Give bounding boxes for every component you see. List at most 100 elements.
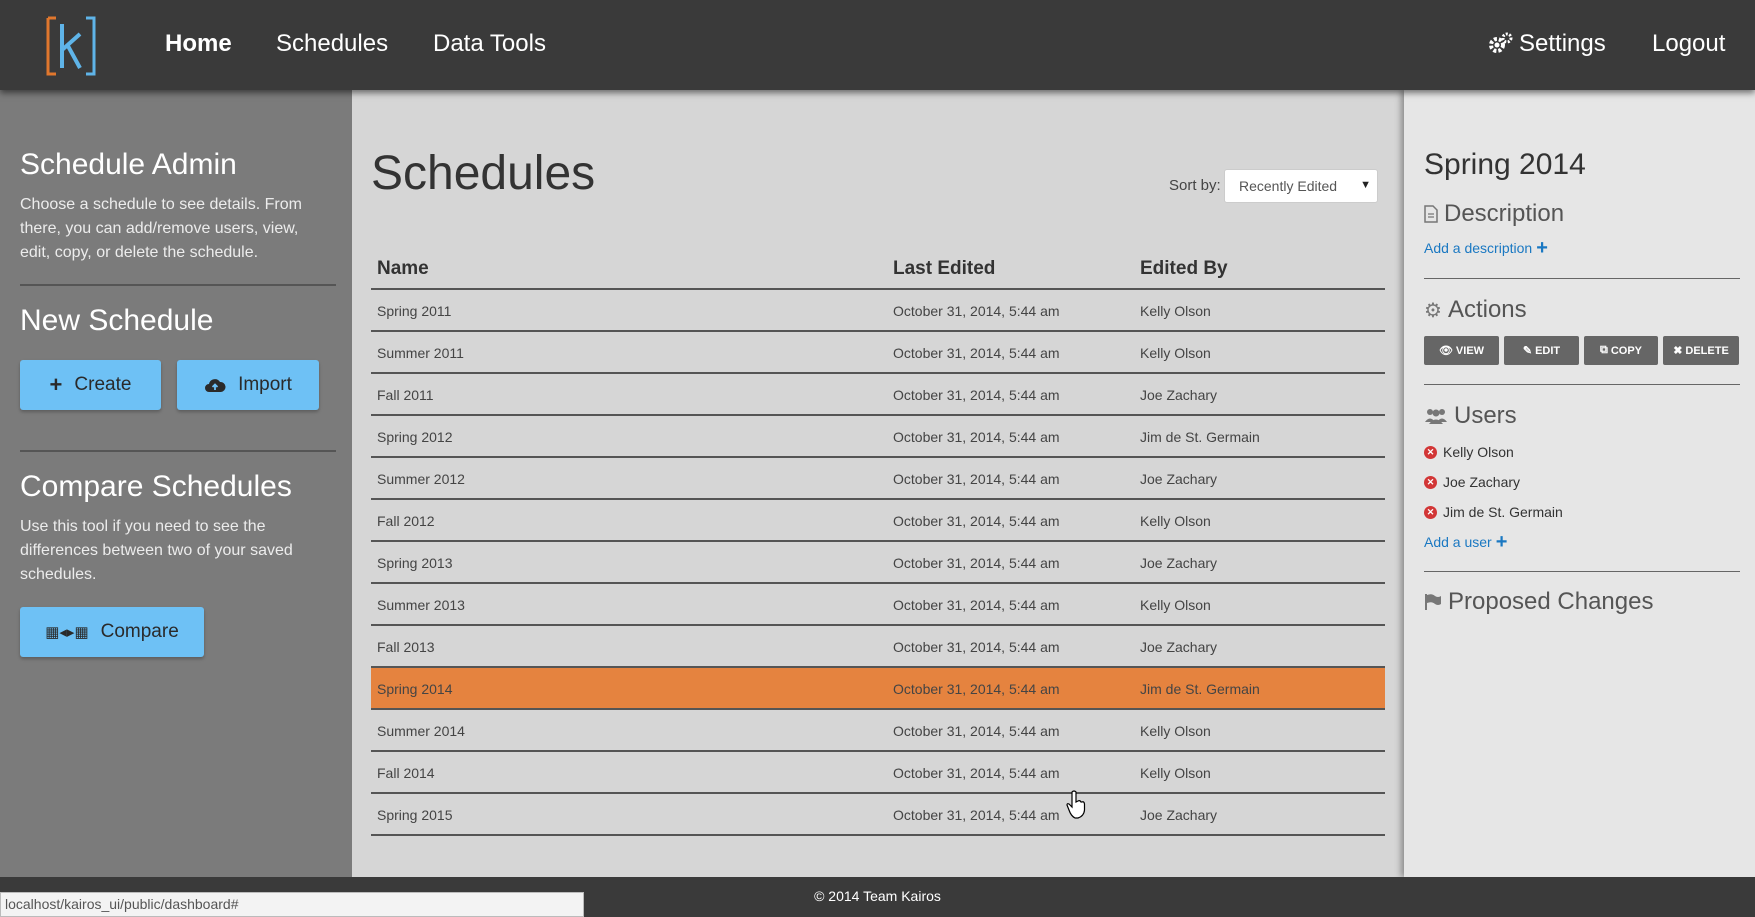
proposed-changes-label: Proposed Changes bbox=[1448, 588, 1654, 615]
divider bbox=[20, 450, 336, 452]
new-schedule-heading: New Schedule bbox=[20, 304, 214, 337]
cell-edited-by: Kelly Olson bbox=[1140, 723, 1211, 739]
divider bbox=[1424, 384, 1740, 385]
table-row[interactable]: Fall 2013 October 31, 2014, 5:44 am Joe Za… bbox=[371, 626, 1385, 668]
column-header-name[interactable]: Name bbox=[377, 258, 429, 280]
column-header-last-edited[interactable]: Last Edited bbox=[893, 258, 995, 280]
user-name: Kelly Olson bbox=[1443, 444, 1514, 460]
nav-logout[interactable]: Logout bbox=[1652, 30, 1725, 58]
cell-last-edited: October 31, 2014, 5:44 am bbox=[893, 303, 1060, 319]
table-row[interactable]: Summer 2011 October 31, 2014, 5:44 am Kell… bbox=[371, 332, 1385, 374]
cell-name: Spring 2015 bbox=[377, 807, 453, 823]
cell-edited-by: Kelly Olson bbox=[1140, 303, 1211, 319]
cell-last-edited: October 31, 2014, 5:44 am bbox=[893, 765, 1060, 781]
sort-select[interactable]: Recently Edited ▼ bbox=[1224, 169, 1378, 203]
cell-last-edited: October 31, 2014, 5:44 am bbox=[893, 387, 1060, 403]
nav-schedules[interactable]: Schedules bbox=[276, 30, 388, 58]
copy-button[interactable]: ⧉ COPY bbox=[1584, 336, 1658, 365]
plus-icon: + bbox=[49, 372, 63, 397]
cell-edited-by: Joe Zachary bbox=[1140, 555, 1218, 571]
table-header: Name Last Edited Edited By bbox=[371, 248, 1385, 290]
cell-last-edited: October 31, 2014, 5:44 am bbox=[893, 807, 1060, 823]
table-row[interactable]: Spring 2014 October 31, 2014, 5:44 am Jim … bbox=[371, 668, 1385, 710]
cell-name: Fall 2014 bbox=[377, 765, 435, 781]
cell-edited-by: Kelly Olson bbox=[1140, 345, 1211, 361]
add-description-link[interactable]: Add a description + bbox=[1424, 237, 1548, 259]
kairos-logo[interactable] bbox=[46, 14, 96, 78]
cell-name: Summer 2012 bbox=[377, 471, 465, 487]
user-item: ✕ Jim de St. Germain bbox=[1424, 504, 1563, 520]
remove-user-icon[interactable]: ✕ bbox=[1424, 475, 1437, 489]
cell-edited-by: Jim de St. Germain bbox=[1140, 681, 1260, 697]
table-row[interactable]: Spring 2011 October 31, 2014, 5:44 am Kell… bbox=[371, 290, 1385, 332]
schedule-admin-text: Choose a schedule to see details. From t… bbox=[20, 196, 302, 261]
nav-home[interactable]: Home bbox=[165, 30, 232, 58]
cell-name: Summer 2013 bbox=[377, 597, 465, 613]
compare-label: Compare bbox=[100, 621, 179, 642]
view-button[interactable]: 👁 VIEW bbox=[1424, 336, 1499, 365]
delete-label: DELETE bbox=[1685, 344, 1729, 357]
cell-last-edited: October 31, 2014, 5:44 am bbox=[893, 597, 1060, 613]
copy-label: COPY bbox=[1610, 344, 1643, 357]
create-label: Create bbox=[74, 374, 132, 395]
remove-user-icon[interactable]: ✕ bbox=[1424, 505, 1437, 519]
table-row[interactable]: Summer 2014 October 31, 2014, 5:44 am Kell… bbox=[371, 710, 1385, 752]
cell-name: Spring 2014 bbox=[377, 681, 453, 697]
compare-schedules-text: Use this tool if you need to see the dif… bbox=[20, 518, 293, 583]
schedule-admin-heading: Schedule Admin bbox=[20, 148, 237, 181]
add-user-link[interactable]: Add a user + bbox=[1424, 532, 1507, 552]
main-content: Schedules Sort by: Recently Edited ▼ Nam… bbox=[352, 90, 1404, 877]
schedule-detail-panel: Spring 2014 Description Add a descriptio… bbox=[1404, 90, 1755, 877]
actions-heading-label: Actions bbox=[1447, 296, 1527, 323]
table-row[interactable]: Fall 2011 October 31, 2014, 5:44 am Joe Za… bbox=[371, 374, 1385, 416]
cell-last-edited: October 31, 2014, 5:44 am bbox=[893, 639, 1060, 655]
cell-name: Spring 2012 bbox=[377, 429, 453, 445]
import-button[interactable]: Import bbox=[177, 360, 319, 410]
user-name: Jim de St. Germain bbox=[1443, 504, 1563, 520]
cell-last-edited: October 31, 2014, 5:44 am bbox=[893, 681, 1060, 697]
cell-edited-by: Joe Zachary bbox=[1140, 471, 1218, 487]
compare-button[interactable]: ▦◂▸▦ Compare bbox=[20, 607, 204, 657]
create-button[interactable]: + Create bbox=[20, 360, 161, 410]
table-row[interactable]: Fall 2014 October 31, 2014, 5:44 am Kelly … bbox=[371, 752, 1385, 794]
users-heading: Users bbox=[1424, 402, 1517, 430]
table-row[interactable]: Spring 2012 October 31, 2014, 5:44 am Jim … bbox=[371, 416, 1385, 458]
edit-button[interactable]: ✎ EDIT bbox=[1504, 336, 1579, 365]
cell-name: Summer 2014 bbox=[377, 723, 465, 739]
nav-settings[interactable]: Settings bbox=[1487, 30, 1606, 58]
user-item: ✕ Joe Zachary bbox=[1424, 474, 1520, 490]
plus-icon: + bbox=[1536, 237, 1548, 259]
eye-icon: 👁 bbox=[1438, 345, 1453, 357]
page-title: Schedules bbox=[371, 147, 596, 200]
gears-icon bbox=[1489, 32, 1513, 53]
cell-name: Summer 2011 bbox=[377, 345, 464, 361]
remove-user-icon[interactable]: ✕ bbox=[1424, 445, 1437, 459]
cell-last-edited: October 31, 2014, 5:44 am bbox=[893, 513, 1060, 529]
cell-name: Fall 2011 bbox=[377, 387, 434, 403]
divider bbox=[1424, 278, 1740, 279]
proposed-changes-heading: Proposed Changes bbox=[1424, 588, 1653, 616]
table-row[interactable]: Spring 2015 October 31, 2014, 5:44 am Joe … bbox=[371, 794, 1385, 836]
caret-down-icon: ▼ bbox=[1360, 179, 1371, 191]
view-label: VIEW bbox=[1455, 344, 1485, 357]
cell-edited-by: Joe Zachary bbox=[1140, 639, 1218, 655]
cell-name: Fall 2012 bbox=[377, 513, 435, 529]
browser-status-url: localhost/kairos_ui/public/dashboard# bbox=[0, 892, 584, 917]
table-row[interactable]: Spring 2013 October 31, 2014, 5:44 am Joe … bbox=[371, 542, 1385, 584]
table-row[interactable]: Summer 2013 October 31, 2014, 5:44 am Kell… bbox=[371, 584, 1385, 626]
delete-button[interactable]: ✖ DELETE bbox=[1663, 336, 1739, 365]
nav-data-tools[interactable]: Data Tools bbox=[433, 30, 546, 58]
user-item: ✕ Kelly Olson bbox=[1424, 444, 1514, 460]
users-heading-label: Users bbox=[1454, 402, 1517, 429]
cell-last-edited: October 31, 2014, 5:44 am bbox=[893, 345, 1060, 361]
flag-icon bbox=[1425, 594, 1441, 610]
table-row[interactable]: Summer 2012 October 31, 2014, 5:44 am Joe … bbox=[371, 458, 1385, 500]
table-body: Spring 2011 October 31, 2014, 5:44 am Kell… bbox=[371, 290, 1385, 836]
add-description-label: Add a description bbox=[1424, 240, 1533, 256]
table-row[interactable]: Fall 2012 October 31, 2014, 5:44 am Kelly … bbox=[371, 500, 1385, 542]
calendar-compare-icon: ▦◂▸▦ bbox=[45, 624, 89, 641]
column-header-edited-by[interactable]: Edited By bbox=[1140, 258, 1228, 280]
nav-settings-label: Settings bbox=[1519, 30, 1606, 57]
edit-icon: ✎ bbox=[1522, 345, 1533, 357]
description-heading-label: Description bbox=[1444, 200, 1565, 227]
